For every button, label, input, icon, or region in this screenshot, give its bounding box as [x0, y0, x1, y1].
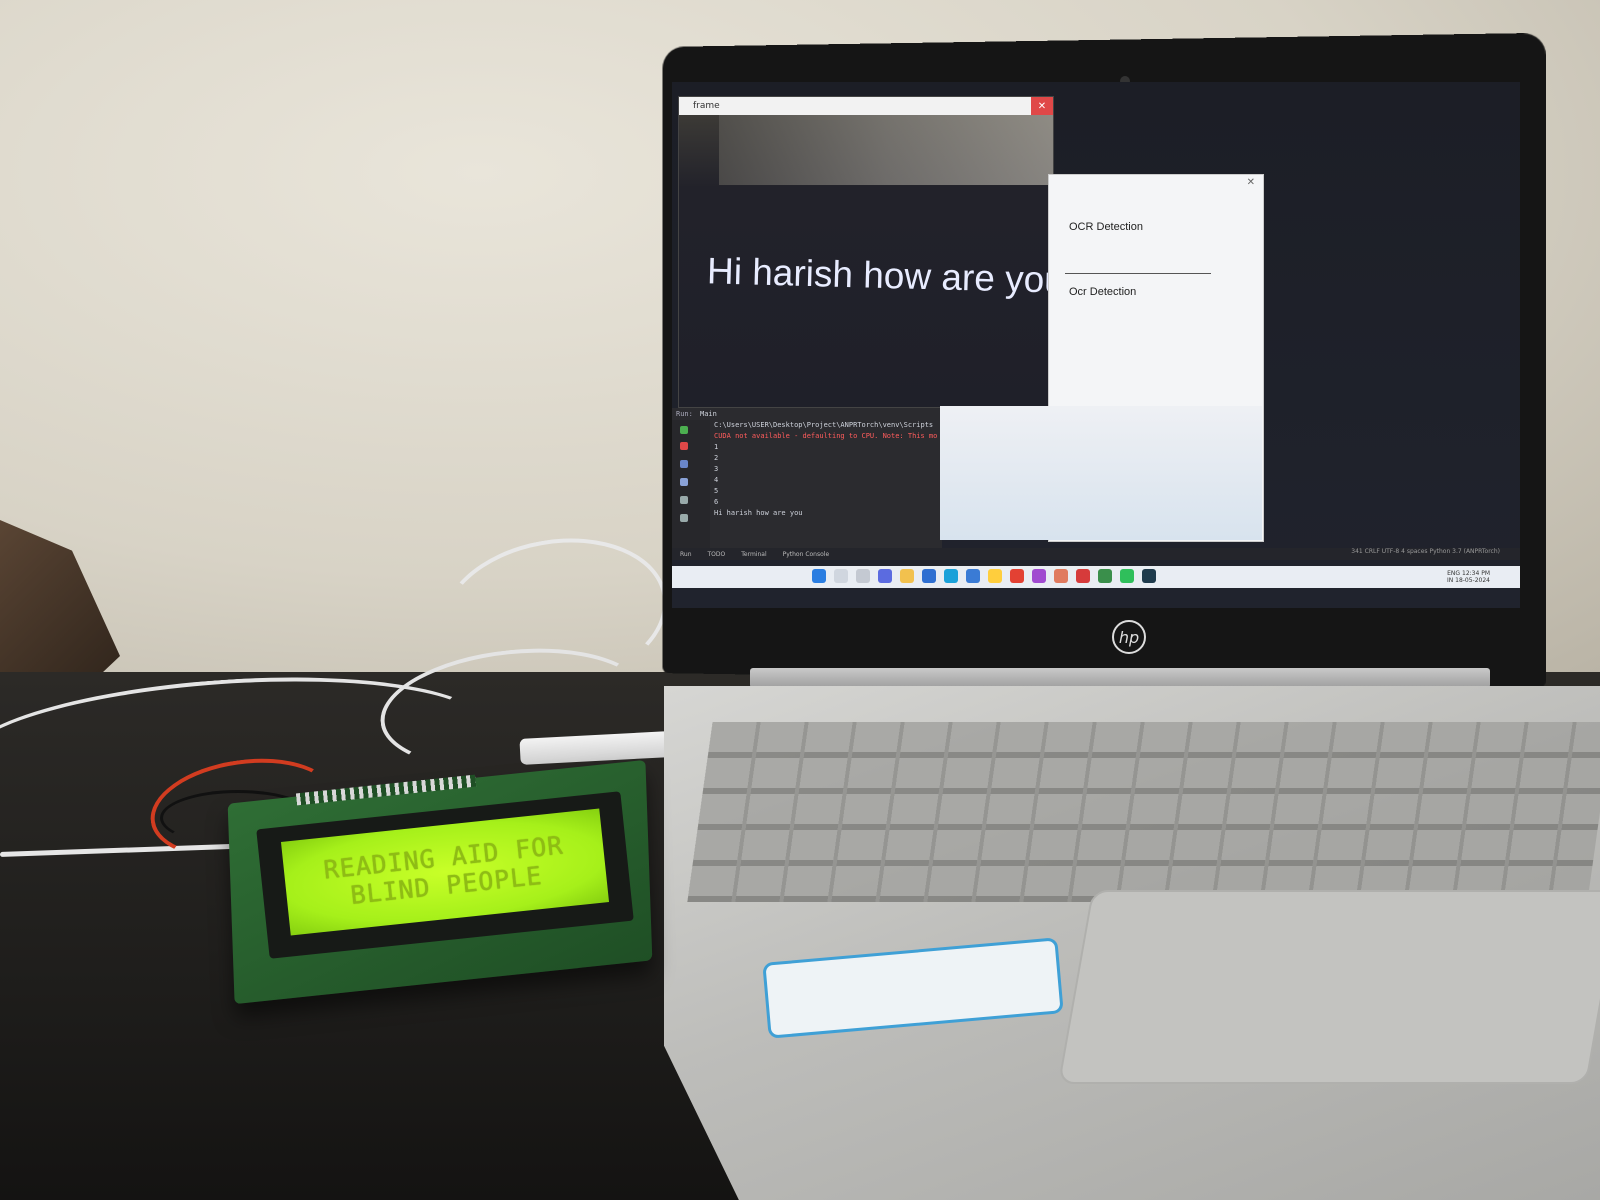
- laptop-keyboard[interactable]: [687, 722, 1600, 902]
- mail-icon[interactable]: [966, 569, 980, 583]
- frame-window[interactable]: frame ✕ Hi harish how are you: [678, 96, 1065, 408]
- windows-start-icon[interactable]: [812, 569, 826, 583]
- hp-logo: hp: [1112, 620, 1146, 654]
- taskbar: ENG 12:34 PM IN 18-05-2024: [672, 566, 1520, 588]
- console-line: 6: [714, 498, 719, 506]
- app-icon[interactable]: [1098, 569, 1112, 583]
- python-icon[interactable]: [988, 569, 1002, 583]
- run-gutter: [672, 420, 710, 548]
- close-icon[interactable]: ✕: [1247, 177, 1255, 188]
- ocr-window-body: [940, 406, 1262, 540]
- console-line: 4: [714, 476, 719, 484]
- console-line: C:\Users\USER\Desktop\Project\ANPRTorch\…: [714, 421, 934, 429]
- divider: [1065, 273, 1211, 274]
- edge-icon[interactable]: [944, 569, 958, 583]
- tray-region: IN: [1446, 577, 1454, 584]
- frame-title: frame: [693, 101, 720, 111]
- run-header: Run:: [676, 410, 693, 418]
- detected-text-caption: Hi harish how are you: [706, 250, 1066, 301]
- print-icon[interactable]: [680, 496, 688, 504]
- file-explorer-icon[interactable]: [900, 569, 914, 583]
- ocr-titlebar[interactable]: ✕: [1049, 175, 1263, 191]
- app-icon[interactable]: [1054, 569, 1068, 583]
- laptop-touchpad[interactable]: [1057, 890, 1600, 1084]
- trash-icon[interactable]: [680, 514, 688, 522]
- store-icon[interactable]: [922, 569, 936, 583]
- app-icon[interactable]: [1076, 569, 1090, 583]
- ocr-detection-button[interactable]: Ocr Detection: [1063, 275, 1209, 309]
- tab-run[interactable]: Run: [680, 551, 692, 558]
- console-line: CUDA not available - defaulting to CPU. …: [714, 432, 938, 440]
- tray-date: 18-05-2024: [1455, 577, 1490, 584]
- whatsapp-icon[interactable]: [1120, 569, 1134, 583]
- laptop-screen: frame ✕ Hi harish how are you ✕ OCR Dete…: [672, 82, 1520, 608]
- run-tab-main[interactable]: Main: [700, 410, 717, 418]
- taskbar-icons: [812, 569, 1156, 583]
- laptop-hinge: [750, 668, 1490, 688]
- camera-feed: Hi harish how are you: [679, 115, 1065, 407]
- tab-terminal[interactable]: Terminal: [741, 551, 766, 558]
- search-icon[interactable]: [834, 569, 848, 583]
- console-output: C:\Users\USER\Desktop\Project\ANPRTorch\…: [714, 420, 942, 519]
- tray-time: 12:34 PM: [1462, 570, 1490, 577]
- chrome-icon[interactable]: [1010, 569, 1024, 583]
- camera-room-view: [719, 115, 1053, 185]
- close-icon[interactable]: ✕: [1031, 97, 1053, 115]
- layout-icon[interactable]: [680, 460, 688, 468]
- console-line: Hi harish how are you: [714, 509, 803, 517]
- stop-icon[interactable]: [680, 442, 688, 450]
- console-line: 5: [714, 487, 719, 495]
- tab-python-console[interactable]: Python Console: [783, 551, 830, 558]
- run-panel: Run: Main C:\Users\USER\Desktop\Project\…: [672, 408, 942, 548]
- tray-language: ENG: [1447, 570, 1461, 577]
- tab-todo[interactable]: TODO: [708, 551, 726, 558]
- system-tray[interactable]: ENG 12:34 PM IN 18-05-2024: [1447, 570, 1490, 584]
- chat-icon[interactable]: [878, 569, 892, 583]
- console-line: 3: [714, 465, 719, 473]
- frame-titlebar[interactable]: frame ✕: [679, 97, 1053, 115]
- task-view-icon[interactable]: [856, 569, 870, 583]
- console-line: 2: [714, 454, 719, 462]
- pycharm-icon[interactable]: [1142, 569, 1156, 583]
- pin-icon[interactable]: [680, 478, 688, 486]
- console-line: 1: [714, 443, 719, 451]
- rerun-icon[interactable]: [680, 426, 688, 434]
- status-bar: 341 CRLF UTF-8 4 spaces Python 3.7 (ANPR…: [1351, 548, 1500, 555]
- app-icon[interactable]: [1032, 569, 1046, 583]
- ocr-window-label: OCR Detection: [1069, 221, 1143, 233]
